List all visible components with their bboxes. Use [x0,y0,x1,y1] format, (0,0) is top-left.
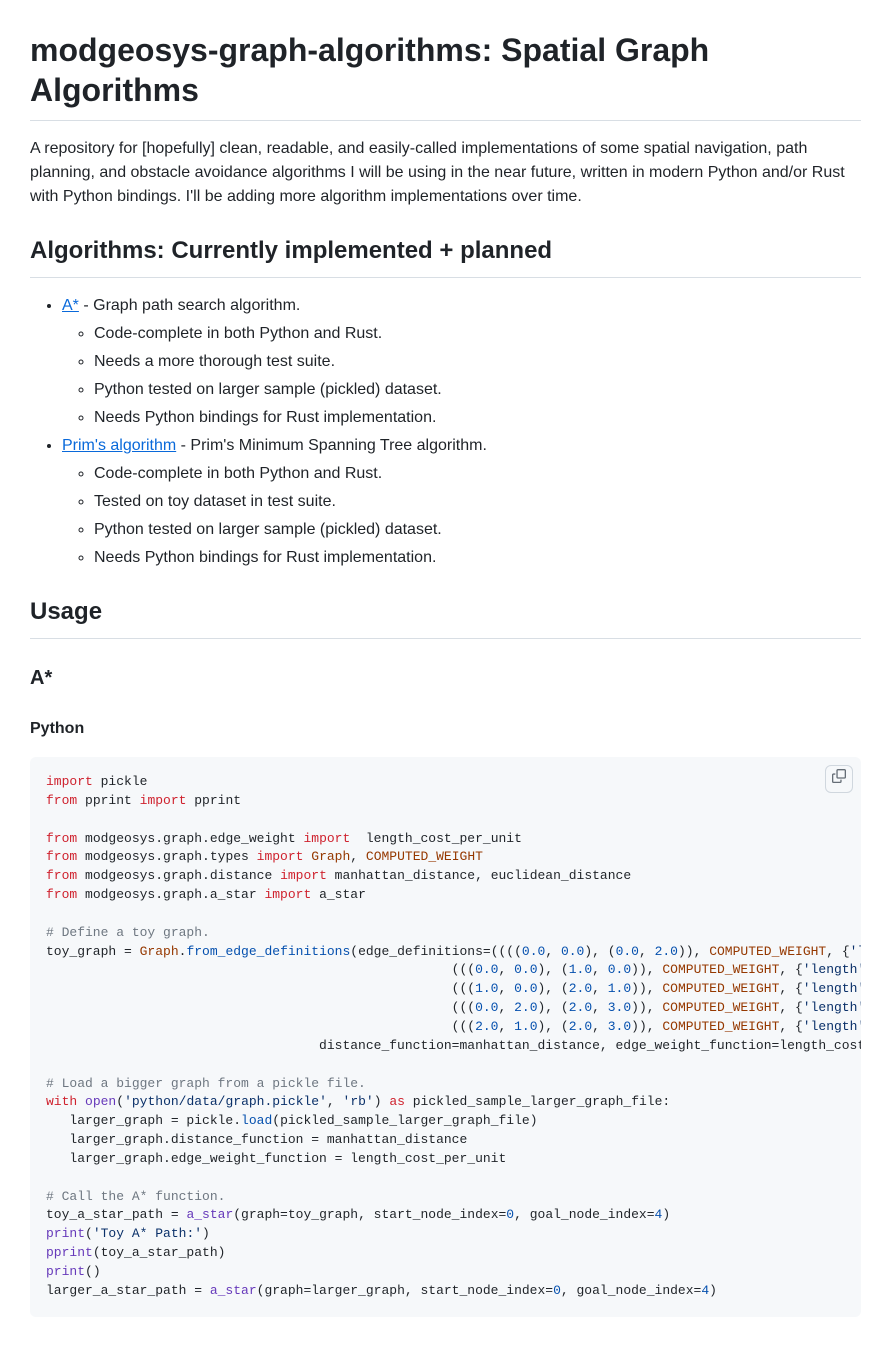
list-item: Python tested on larger sample (pickled)… [94,378,861,402]
usage-heading: Usage [30,594,861,639]
algo-description: - Prim's Minimum Spanning Tree algorithm… [176,437,487,454]
astar-subheading: A* [30,663,861,693]
list-item: Prim's algorithm - Prim's Minimum Spanni… [62,434,861,570]
intro-paragraph: A repository for [hopefully] clean, read… [30,137,861,209]
astar-link[interactable]: A* [62,297,79,314]
code-block: import pickle from pprint import pprint … [30,757,861,1317]
list-item: Python tested on larger sample (pickled)… [94,518,861,542]
list-item: Needs a more thorough test suite. [94,350,861,374]
copy-button[interactable] [825,765,853,793]
algo-description: - Graph path search algorithm. [79,297,300,314]
list-item: A* - Graph path search algorithm. Code-c… [62,294,861,430]
list-item: Needs Python bindings for Rust implement… [94,546,861,570]
list-item: Needs Python bindings for Rust implement… [94,406,861,430]
list-item: Code-complete in both Python and Rust. [94,322,861,346]
prim-link[interactable]: Prim's algorithm [62,437,176,454]
algorithms-list: A* - Graph path search algorithm. Code-c… [30,294,861,570]
list-item: Tested on toy dataset in test suite. [94,490,861,514]
page-title: modgeosys-graph-algorithms: Spatial Grap… [30,30,861,121]
algorithms-heading: Algorithms: Currently implemented + plan… [30,233,861,278]
code-content: import pickle from pprint import pprint … [46,773,845,1301]
copy-icon [832,769,846,790]
list-item: Code-complete in both Python and Rust. [94,462,861,486]
python-subheading: Python [30,717,861,741]
